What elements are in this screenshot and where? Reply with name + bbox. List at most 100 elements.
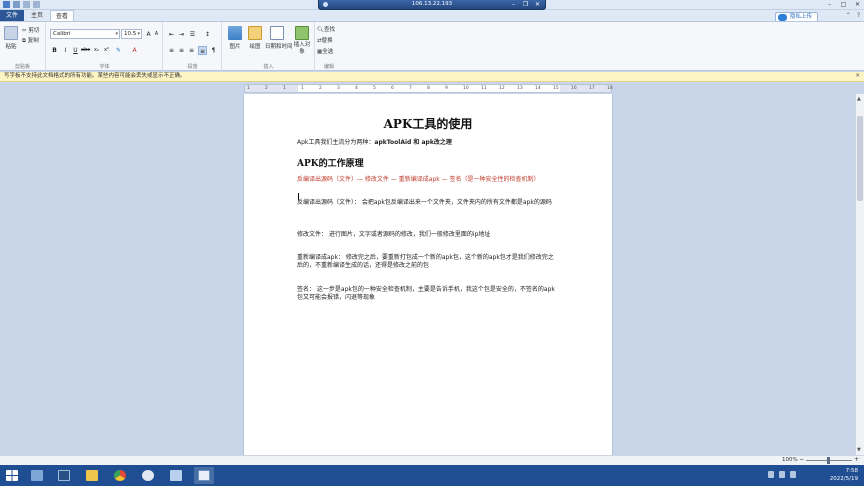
- minimize-icon[interactable]: –: [825, 1, 834, 9]
- ruler-tick: 11: [481, 86, 487, 91]
- taskbar-app[interactable]: [138, 467, 158, 484]
- status-bar: 100% − +: [0, 455, 864, 465]
- help-icon[interactable]: ?: [857, 12, 860, 19]
- list-icon[interactable]: ☰: [188, 30, 197, 39]
- cloud-icon: [777, 14, 787, 21]
- close-icon[interactable]: ✕: [853, 1, 862, 9]
- redo-icon[interactable]: [33, 1, 40, 8]
- scroll-down-icon[interactable]: ▼: [857, 447, 861, 453]
- maximize-icon[interactable]: □: [839, 1, 848, 9]
- zoom-level: 100%: [782, 457, 798, 463]
- taskbar-chrome[interactable]: [110, 467, 130, 484]
- save-icon[interactable]: [13, 1, 20, 8]
- taskbar-wordpad[interactable]: [194, 467, 214, 484]
- title-bar: 106.13.22.193 – ❐ ✕ – □ ✕: [0, 0, 864, 10]
- calendar-icon: [270, 26, 284, 40]
- tray-volume-icon[interactable]: [790, 471, 796, 478]
- system-clock[interactable]: 7:58 2022/5/19: [830, 467, 858, 483]
- copy-button[interactable]: ⧉ 复制: [22, 36, 39, 45]
- close-remote-icon[interactable]: ✕: [533, 1, 542, 8]
- document-area[interactable]: APK工具的使用 Apk工具我们主流分为两种：apkToolAid 和 apk改…: [0, 94, 855, 455]
- picture-icon: [228, 26, 242, 40]
- align-left-icon[interactable]: ≡: [167, 46, 176, 55]
- start-button[interactable]: [2, 467, 22, 484]
- minimize-remote-icon[interactable]: –: [509, 1, 518, 8]
- italic-icon[interactable]: I: [61, 46, 70, 55]
- pin-icon[interactable]: [323, 2, 328, 7]
- close-infobar-icon[interactable]: ✕: [855, 72, 860, 81]
- ruler-tick: 9: [445, 86, 448, 91]
- line-spacing-icon[interactable]: ↕: [203, 30, 212, 39]
- app-icon: [3, 1, 10, 8]
- workflow-line: 反编译出源码（文件）— 修改文件 — 重新编译成apk — 签名（是一种安全性的…: [297, 176, 540, 183]
- ruler-left-margin: [245, 85, 298, 92]
- taskbar-server-manager[interactable]: [27, 467, 47, 484]
- paste-label: 粘贴: [5, 44, 17, 50]
- ruler-tick: 1: [247, 86, 250, 91]
- font-name-select[interactable]: Calibri ▾: [50, 29, 120, 39]
- cloud-upload-label: 隐私上传: [789, 14, 812, 20]
- tab-file[interactable]: 文件: [0, 10, 24, 21]
- windows-logo-icon: [6, 470, 18, 481]
- object-icon: [295, 26, 309, 40]
- paint-button[interactable]: 绘图: [246, 26, 264, 50]
- font-size-select[interactable]: 10.5 ▾: [121, 29, 142, 39]
- paragraph-settings-icon[interactable]: ¶: [209, 46, 218, 55]
- undo-icon[interactable]: [23, 1, 30, 8]
- ruler-tick: 13: [517, 86, 523, 91]
- scroll-up-icon[interactable]: ▲: [857, 96, 861, 102]
- align-center-icon[interactable]: ≡: [177, 46, 186, 55]
- justify-icon[interactable]: ≡: [198, 46, 207, 55]
- paragraph-group: ⇤ ⇥ ☰ ↕ ≡ ≡ ≡ ≡ ¶ 段落: [164, 22, 222, 71]
- clipboard-group-label: 剪贴板: [14, 64, 30, 70]
- document-page[interactable]: APK工具的使用 Apk工具我们主流分为两种：apkToolAid 和 apk改…: [244, 94, 612, 455]
- replace-button[interactable]: ⇄替换: [317, 36, 333, 44]
- paint-label: 绘图: [249, 44, 261, 50]
- minimize-ribbon-icon[interactable]: ⌃: [846, 12, 851, 19]
- increase-indent-icon[interactable]: ⇥: [177, 30, 186, 39]
- superscript-icon[interactable]: x²: [102, 46, 111, 55]
- step-modify: 修改文件： 进行图片，文字或者源码的修改，我们一般修改里面的ip地址: [297, 231, 491, 238]
- tray-flag-icon[interactable]: [768, 471, 774, 478]
- ruler-tick: 3: [337, 86, 340, 91]
- folder-icon: [86, 470, 98, 481]
- select-all-button[interactable]: ▦全选: [317, 47, 333, 55]
- tab-view[interactable]: 查看: [50, 10, 74, 21]
- taskbar-powershell[interactable]: [54, 467, 74, 484]
- decrease-indent-icon[interactable]: ⇤: [167, 30, 176, 39]
- chrome-icon: [114, 470, 126, 481]
- font-group-label: 字体: [99, 64, 110, 70]
- insert-object-button[interactable]: 插入对象: [293, 26, 311, 56]
- find-button[interactable]: 🔍︎查找: [317, 25, 335, 33]
- ruler-tick: 14: [535, 86, 541, 91]
- strikethrough-icon[interactable]: abc: [81, 46, 90, 55]
- subscript-icon[interactable]: x₂: [92, 46, 101, 55]
- scroll-thumb[interactable]: [857, 116, 863, 201]
- zoom-slider-knob[interactable]: [827, 457, 830, 464]
- zoom-out-button[interactable]: −: [799, 456, 804, 463]
- ribbon: 粘贴 ✂ 剪切 ⧉ 复制 剪贴板 Calibri ▾ 10.5 ▾ A A B I …: [0, 21, 864, 71]
- clipboard-group: 粘贴 ✂ 剪切 ⧉ 复制 剪贴板: [0, 22, 46, 71]
- align-right-icon[interactable]: ≡: [187, 46, 196, 55]
- paint-icon: [248, 26, 262, 40]
- highlight-color-icon[interactable]: ✎: [114, 46, 123, 55]
- select-all-label: 全选: [322, 49, 334, 55]
- cut-button[interactable]: ✂ 剪切: [22, 26, 39, 34]
- zoom-in-button[interactable]: +: [854, 456, 859, 463]
- clock-time: 7:58: [845, 468, 858, 474]
- ribbon-tabs: 文件 主页 查看: [0, 10, 864, 21]
- datetime-button[interactable]: 日期和时间: [265, 26, 293, 50]
- tray-network-icon[interactable]: [779, 471, 785, 478]
- bold-icon[interactable]: B: [50, 46, 59, 55]
- taskbar-notepad[interactable]: [166, 467, 186, 484]
- shrink-font-icon[interactable]: A: [152, 30, 161, 39]
- taskbar-file-explorer[interactable]: [82, 467, 102, 484]
- underline-icon[interactable]: U: [71, 46, 80, 55]
- picture-button[interactable]: 图片: [226, 26, 244, 50]
- text-color-icon[interactable]: A: [130, 46, 139, 55]
- restore-remote-icon[interactable]: ❐: [521, 1, 530, 8]
- ruler[interactable]: 1 2 1 1 2 3 4 5 6 7 8 9 10 11 12 13 14 15 16 17 18: [244, 84, 613, 93]
- tab-home[interactable]: 主页: [26, 10, 48, 21]
- paste-button[interactable]: 粘贴: [3, 26, 19, 50]
- vertical-scrollbar[interactable]: ▲ ▼: [855, 94, 864, 455]
